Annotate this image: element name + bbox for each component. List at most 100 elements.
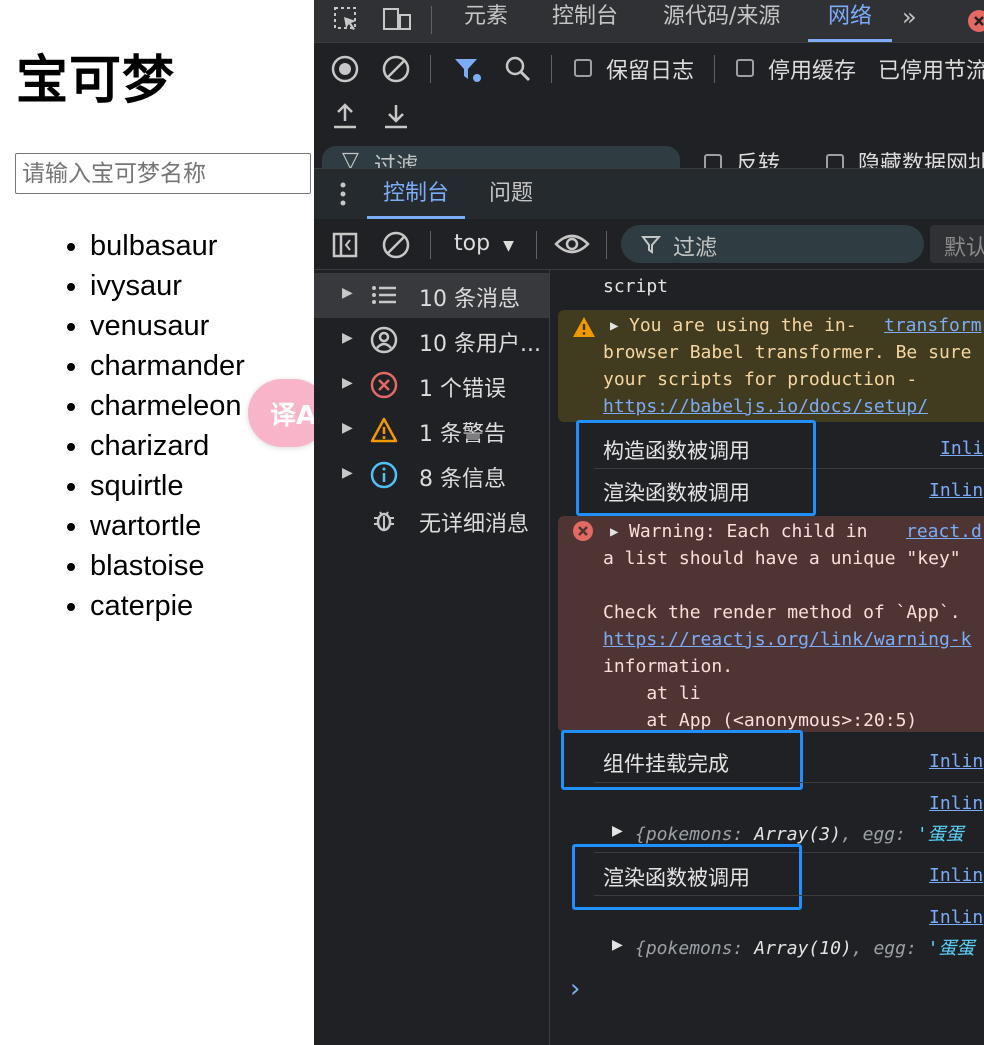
disable-cache-label: 停用缓存 — [768, 59, 857, 84]
live-expression-eye-icon[interactable] — [554, 232, 590, 256]
context-label: top — [454, 231, 491, 256]
info-icon — [370, 461, 398, 489]
stack-frame: at App (<anonymous>:20:5) — [603, 710, 918, 731]
expand-arrow-icon: ▶ — [342, 375, 353, 391]
network-filter-input[interactable]: ▽ 过滤 — [322, 146, 680, 168]
warning-message: ▶ You are using the in- transform browse… — [558, 310, 984, 422]
chevron-down-icon: ▼ — [503, 238, 514, 254]
tab-network[interactable]: 网络 — [808, 0, 893, 42]
filter-icon: ▽ — [342, 148, 359, 168]
filter-label: 过滤 — [374, 154, 419, 168]
list-item: charmeleon — [90, 386, 245, 426]
divider — [430, 231, 431, 259]
error-count-icon[interactable] — [966, 8, 984, 34]
message-text: Check the render method of `App`. — [603, 602, 961, 623]
sidebar-item-label: 1 条警告 — [419, 422, 506, 447]
translate-button[interactable]: 译A — [248, 379, 314, 447]
message-text: your scripts for production - — [603, 369, 918, 390]
search-icon[interactable] — [504, 55, 532, 83]
divider — [714, 55, 715, 83]
source-link[interactable]: Inlin — [929, 907, 983, 928]
expand-arrow-icon[interactable]: ▶ — [610, 524, 618, 540]
sidebar-item-verbose[interactable]: 无详细消息 — [314, 498, 549, 543]
device-toolbar-icon[interactable] — [382, 5, 412, 33]
console-sidebar: ▶ 10 条消息 ▶ 10 条用户... ▶ 1 个错误 ▶ 1 条警告 ▶ 8… — [314, 270, 550, 1045]
sidebar-item-warnings[interactable]: ▶ 1 条警告 — [314, 408, 549, 453]
sidebar-item-user-messages[interactable]: ▶ 10 条用户... — [314, 318, 549, 363]
sidebar-item-messages[interactable]: ▶ 10 条消息 — [314, 273, 549, 318]
divider — [594, 782, 984, 783]
export-har-icon[interactable] — [382, 101, 410, 131]
log-levels-label: 默认 — [944, 236, 984, 261]
sidebar-toggle-icon[interactable] — [331, 231, 359, 259]
list-item: charmander — [90, 346, 245, 386]
message-text: information. — [603, 656, 734, 677]
source-link[interactable]: Inli — [940, 438, 983, 459]
message-text: Warning: Each child in — [629, 521, 868, 542]
tab-elements[interactable]: 元素 — [464, 0, 508, 42]
console-prompt-icon[interactable]: › — [570, 974, 580, 1004]
clear-icon[interactable] — [382, 55, 410, 83]
disable-cache-checkbox[interactable] — [736, 59, 754, 77]
preserve-log-checkbox[interactable] — [574, 59, 592, 77]
divider — [536, 231, 537, 259]
source-link[interactable]: transform — [884, 315, 982, 336]
drawer-tab-issues[interactable]: 问题 — [489, 169, 533, 219]
log-levels-select[interactable]: 默认 — [930, 225, 984, 263]
drawer-menu-icon[interactable] — [338, 181, 348, 207]
expand-arrow-icon: ▶ — [342, 465, 353, 481]
list-item: charizard — [90, 426, 245, 466]
sidebar-item-label: 8 条信息 — [419, 467, 506, 492]
highlight-box — [572, 844, 802, 910]
source-link[interactable]: Inlin — [929, 751, 983, 772]
sidebar-item-label: 10 条消息 — [419, 287, 520, 312]
message-text: script — [603, 276, 669, 297]
tab-console[interactable]: 控制台 — [552, 0, 618, 42]
page-title: 宝可梦 — [16, 51, 176, 111]
record-icon[interactable] — [331, 55, 359, 83]
expand-arrow-icon[interactable]: ▶ — [612, 937, 623, 953]
tab-sources[interactable]: 源代码/来源 — [663, 0, 780, 42]
message-text: You are using the in- — [629, 315, 857, 336]
drawer-tab-console[interactable]: 控制台 — [367, 169, 466, 219]
object-preview[interactable]: {pokemons: Array(3), egg: '蛋蛋 — [635, 820, 964, 846]
console-filter-input[interactable]: 过滤 — [621, 225, 924, 263]
search-input[interactable] — [15, 153, 311, 194]
stack-frame: at li — [603, 683, 701, 704]
sidebar-item-info[interactable]: ▶ 8 条信息 — [314, 453, 549, 498]
highlight-box — [561, 730, 803, 790]
import-har-icon[interactable] — [331, 101, 359, 131]
error-icon — [370, 371, 398, 399]
message-text: browser Babel transformer. Be sure — [603, 342, 972, 363]
expand-arrow-icon: ▶ — [342, 285, 353, 301]
clear-console-icon[interactable] — [382, 231, 410, 259]
divider — [606, 231, 607, 259]
invert-label: 反转 — [736, 152, 781, 168]
expand-arrow-icon[interactable]: ▶ — [612, 823, 623, 839]
more-tabs-icon[interactable]: » — [902, 0, 917, 42]
context-select[interactable]: top ▼ — [454, 231, 514, 256]
sidebar-item-errors[interactable]: ▶ 1 个错误 — [314, 363, 549, 408]
filter-icon[interactable] — [452, 55, 482, 83]
divider — [594, 895, 984, 896]
object-preview[interactable]: {pokemons: Array(10), egg: '蛋蛋 — [635, 934, 975, 960]
source-link[interactable]: react.d — [906, 521, 982, 542]
filter-icon — [641, 236, 661, 254]
network-toolbar: 保留日志 停用缓存 已停用节流 — [314, 43, 984, 143]
docs-link[interactable]: https://reactjs.org/link/warning-k — [603, 629, 971, 650]
source-link[interactable]: Inlin — [929, 480, 983, 501]
devtools-tabbar: 元素 控制台 源代码/来源 网络 » — [314, 0, 984, 43]
expand-arrow-icon[interactable]: ▶ — [610, 318, 618, 334]
error-message: ▶ Warning: Each child in react.d a list … — [558, 516, 984, 732]
pokemon-list: bulbasaur ivysaur venusaur charmander ch… — [0, 226, 245, 626]
highlight-box — [576, 420, 816, 516]
inspect-element-icon[interactable] — [332, 5, 360, 33]
filter-placeholder: 过滤 — [673, 236, 718, 261]
source-link[interactable]: Inlin — [929, 793, 983, 814]
throttling-select[interactable]: 已停用节流 — [878, 53, 984, 85]
list-item: venusaur — [90, 306, 245, 346]
source-link[interactable]: Inlin — [929, 865, 983, 886]
docs-link[interactable]: https://babeljs.io/docs/setup/ — [603, 396, 928, 417]
app-page: 宝可梦 bulbasaur ivysaur venusaur charmande… — [0, 0, 314, 1045]
sidebar-item-label: 无详细消息 — [419, 512, 530, 537]
